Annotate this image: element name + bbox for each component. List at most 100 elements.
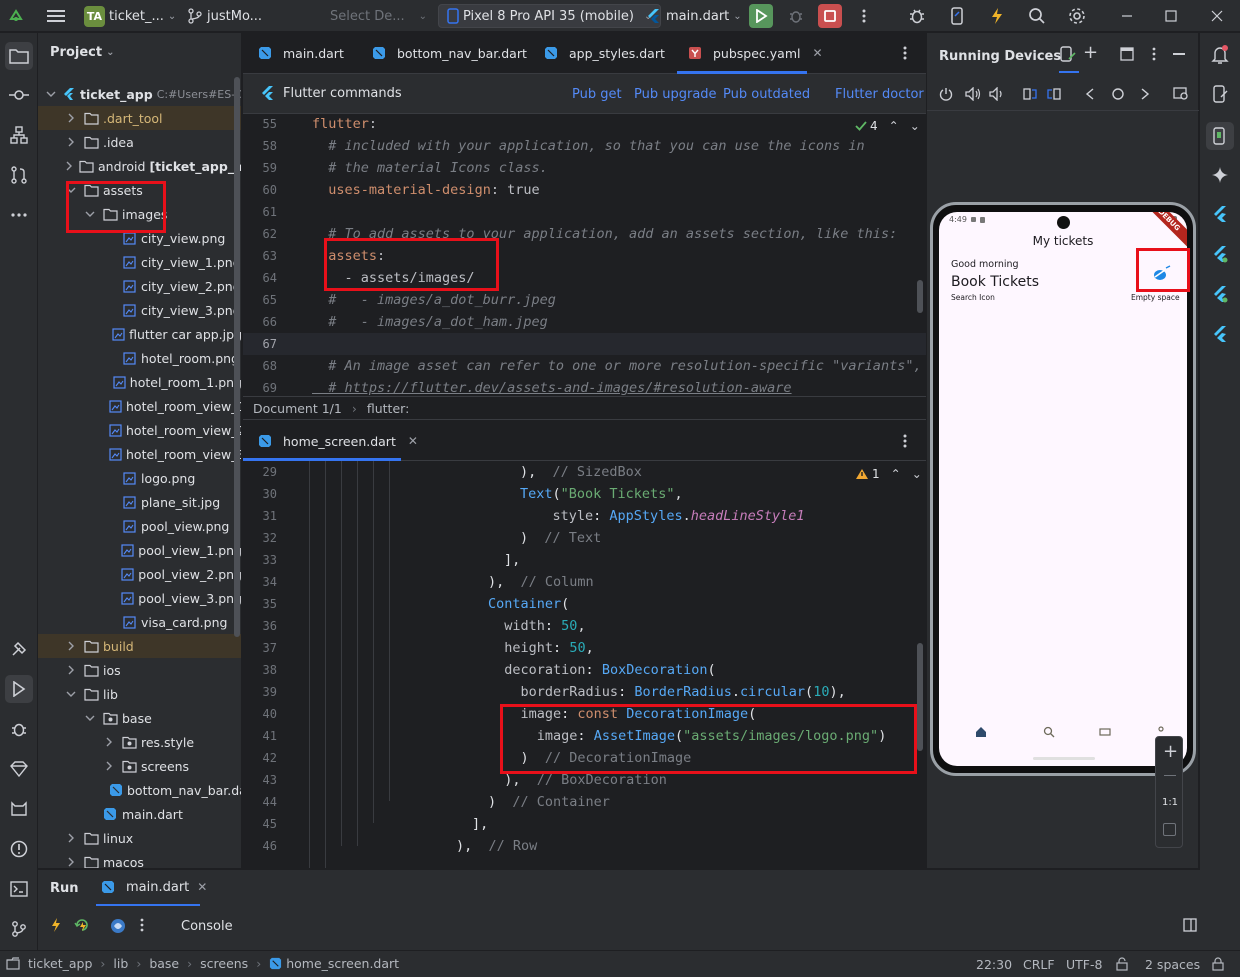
debug-tool-button[interactable] <box>5 715 33 743</box>
tree-item-pool-view-2-png[interactable]: pool_view_2.png <box>38 562 241 586</box>
code-line[interactable]: 38 decoration: BoxDecoration( <box>243 659 926 681</box>
terminal-tool-button[interactable] <box>5 875 33 903</box>
build-variants-tool-button[interactable] <box>5 635 33 663</box>
code-line[interactable]: 46), // Row <box>243 835 926 857</box>
code-line[interactable]: 32) // Text <box>243 527 926 549</box>
run-configuration-selector[interactable]: main.dart ⌄ <box>646 0 742 32</box>
chevron-down-icon[interactable] <box>65 184 77 196</box>
tree-item-hotel-room-1-png[interactable]: hotel_room_1.png <box>38 370 241 394</box>
nav-search-icon[interactable] <box>1043 726 1055 738</box>
code-line[interactable]: 60 uses-material-design: true <box>243 179 926 201</box>
device-manager-button[interactable] <box>945 4 969 28</box>
code-line[interactable]: 59 # the material Icons class. <box>243 157 926 179</box>
rotate-left-icon[interactable] <box>1023 87 1037 101</box>
crumb-base[interactable]: base <box>149 956 179 971</box>
vcs-branch-switcher[interactable]: justMo... <box>187 0 262 32</box>
code-line[interactable]: 64 - assets/images/ <box>243 267 926 289</box>
nav-home-icon[interactable] <box>975 726 987 738</box>
problems-tool-button[interactable] <box>5 835 33 863</box>
code-line[interactable]: 65 # - images/a_dot_burr.jpeg <box>243 289 926 311</box>
flutter-performance-icon[interactable] <box>1212 285 1228 303</box>
add-device-icon[interactable]: + <box>1083 44 1098 62</box>
chevron-right-icon[interactable] <box>65 832 77 844</box>
tree-item-pool-view-1-png[interactable]: pool_view_1.png <box>38 538 241 562</box>
tree-item-hotel-room-view-1-png[interactable]: hotel_room_view_1.png <box>38 394 241 418</box>
device-selector-secondary[interactable]: Select De... ⌄ <box>330 0 427 32</box>
chevron-up-icon[interactable]: ⌃ <box>889 119 899 133</box>
debug-button[interactable] <box>784 4 808 28</box>
project-view-selector[interactable]: Project ⌄ <box>50 45 114 60</box>
main-menu-icon[interactable] <box>44 4 68 28</box>
minimize-window-button[interactable] <box>1115 4 1139 28</box>
close-tab-icon[interactable]: ✕ <box>408 434 418 448</box>
logcat-tool-button[interactable] <box>5 795 33 823</box>
devtools-icon[interactable] <box>110 918 126 934</box>
code-line[interactable]: 42 ) // DecorationImage <box>243 747 926 769</box>
code-line[interactable]: 43 ), // BoxDecoration <box>243 769 926 791</box>
tree-item-ticket-app[interactable]: ticket_appC:#Users#ES-Dev <box>38 82 241 106</box>
rotate-right-icon[interactable] <box>1047 87 1061 101</box>
hide-panel-icon[interactable] <box>1173 53 1185 55</box>
tree-item-city-view-3-png[interactable]: city_view_3.png <box>38 298 241 322</box>
gemini-icon[interactable] <box>1211 166 1229 184</box>
editor-tab-menu[interactable] <box>903 45 907 61</box>
code-line[interactable]: 39 borderRadius: BorderRadius.circular(1… <box>243 681 926 703</box>
code-line[interactable]: 33], <box>243 549 926 571</box>
running-devices-tool-button[interactable] <box>1206 122 1234 150</box>
volume-down-icon[interactable] <box>989 87 1003 101</box>
console-tab[interactable]: Console <box>181 919 233 934</box>
tree-item-pool-view-png[interactable]: pool_view.png <box>38 514 241 538</box>
code-line[interactable]: 36 width: 50, <box>243 615 926 637</box>
commit-tool-button[interactable] <box>5 81 33 109</box>
screenshot-icon[interactable] <box>1173 87 1189 101</box>
indent-setting[interactable]: 2 spaces <box>1145 957 1200 972</box>
back-icon[interactable] <box>1085 88 1095 100</box>
tree-item-hotel-room-png[interactable]: hotel_room.png <box>38 346 241 370</box>
readonly-lock-icon[interactable] <box>1115 957 1129 971</box>
tree-item-linux[interactable]: linux <box>38 826 241 850</box>
tree-item-hotel-room-view-3-png[interactable]: hotel_room_view_3.png <box>38 442 241 466</box>
code-line[interactable]: 34), // Column <box>243 571 926 593</box>
code-line[interactable]: 35 Container( <box>243 593 926 615</box>
code-line[interactable]: 67 <box>243 333 926 355</box>
chevron-down-icon[interactable] <box>65 688 77 700</box>
flutter-doctor-link[interactable]: Flutter doctor <box>835 87 924 102</box>
hot-reload-button[interactable] <box>985 4 1009 28</box>
vcs-lock-icon[interactable] <box>1211 957 1225 971</box>
code-line[interactable]: 40 image: const DecorationImage( <box>243 703 926 725</box>
code-line[interactable]: 44) // Container <box>243 791 926 813</box>
tree-item-android[interactable]: android[ticket_app_android] <box>38 154 241 178</box>
line-separator[interactable]: CRLF <box>1023 957 1055 972</box>
chevron-right-icon[interactable] <box>65 112 77 124</box>
chevron-down-icon[interactable] <box>46 88 56 100</box>
notifications-icon[interactable] <box>1211 45 1229 65</box>
tree-item-assets[interactable]: assets <box>38 178 241 202</box>
zoom-out-icon[interactable] <box>1164 775 1176 777</box>
pub-outdated-link[interactable]: Pub outdated <box>723 87 810 102</box>
tree-item-plane-sit-jpg[interactable]: plane_sit.jpg <box>38 490 241 514</box>
version-control-tool-button[interactable] <box>5 915 33 943</box>
tab-pubspec-yaml[interactable]: pubspec.yaml ✕ <box>683 33 827 73</box>
tree-item-lib[interactable]: lib <box>38 682 241 706</box>
code-line[interactable]: 31 style: AppStyles.headLineStyle1 <box>243 505 926 527</box>
settings-button[interactable] <box>1065 4 1089 28</box>
device-tab-icon[interactable] <box>1059 45 1077 63</box>
tree-item-macos[interactable]: macos <box>38 850 241 868</box>
device-manager-icon[interactable] <box>1211 85 1229 103</box>
volume-up-icon[interactable] <box>965 87 981 101</box>
tree-item-city-view-png[interactable]: city_view.png <box>38 226 241 250</box>
chevron-up-icon[interactable]: ⌃ <box>891 467 901 481</box>
tree-item-res-style[interactable]: res.style <box>38 730 241 754</box>
tree-item-visa-card-png[interactable]: visa_card.png <box>38 610 241 634</box>
code-line[interactable]: 41 image: AssetImage("assets/images/logo… <box>243 725 926 747</box>
tree-item-screens[interactable]: screens <box>38 754 241 778</box>
tree-item-base[interactable]: base <box>38 706 241 730</box>
hot-restart-icon[interactable] <box>74 918 90 932</box>
code-line[interactable]: 61 <box>243 201 926 223</box>
file-encoding[interactable]: UTF-8 <box>1066 957 1102 972</box>
code-line[interactable]: 69 # https://flutter.dev/assets-and-imag… <box>243 377 926 396</box>
code-line[interactable]: 55 flutter: <box>243 115 926 135</box>
flutter-deeplinks-icon[interactable] <box>1212 325 1228 343</box>
tab-main-dart[interactable]: main.dart <box>257 33 344 73</box>
code-line[interactable]: 29), // SizedBox <box>243 461 926 483</box>
